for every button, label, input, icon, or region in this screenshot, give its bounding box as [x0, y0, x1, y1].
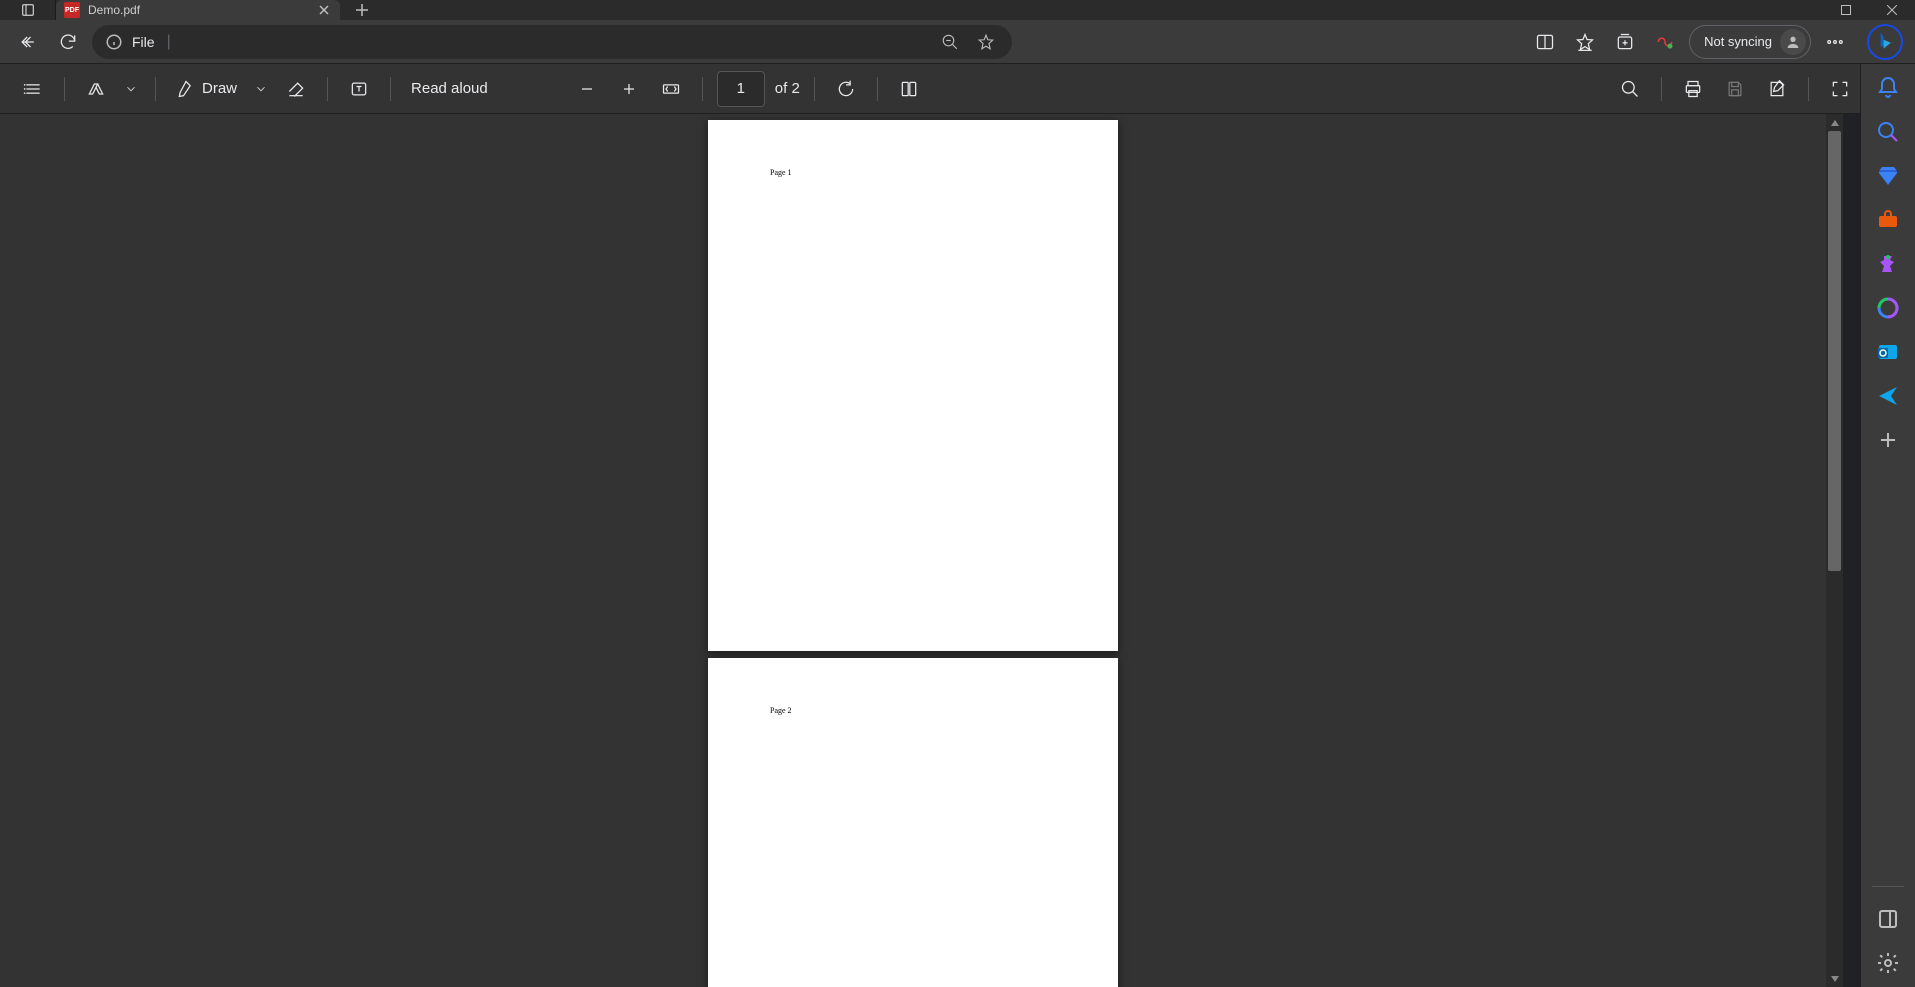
pdf-viewer: Page 1 Page 2	[0, 114, 1843, 987]
window-controls	[1823, 0, 1915, 20]
sidebar-settings-button[interactable]	[1876, 951, 1900, 975]
add-text-button[interactable]	[342, 72, 376, 106]
page-total: of 2	[775, 80, 800, 97]
fullscreen-button[interactable]	[1823, 72, 1857, 106]
bing-button[interactable]	[1867, 24, 1903, 60]
pdf-page-1[interactable]: Page 1	[708, 120, 1118, 651]
window-close-button[interactable]	[1869, 0, 1915, 20]
title-bar: PDF Demo.pdf	[0, 0, 1915, 20]
new-tab-button[interactable]	[348, 0, 376, 20]
scroll-thumb[interactable]	[1828, 131, 1841, 571]
sidebar-office-icon[interactable]	[1876, 296, 1900, 320]
print-button[interactable]	[1676, 72, 1710, 106]
page-2-text: Page 2	[770, 706, 792, 715]
window-maximize-button[interactable]	[1823, 0, 1869, 20]
browser-essentials-button[interactable]	[1649, 26, 1681, 58]
sync-label: Not syncing	[1704, 34, 1772, 49]
tab-title: Demo.pdf	[88, 3, 308, 17]
edge-sidebar	[1860, 64, 1915, 987]
split-screen-button[interactable]	[1529, 26, 1561, 58]
save-button[interactable]	[1718, 72, 1752, 106]
sidebar-games-icon[interactable]	[1876, 252, 1900, 276]
favorites-button[interactable]	[1569, 26, 1601, 58]
pdf-page-2[interactable]: Page 2	[708, 658, 1118, 987]
pdf-toolbar: Draw Read aloud of 2	[0, 64, 1915, 114]
fit-width-button[interactable]	[654, 72, 688, 106]
sidebar-tools-icon[interactable]	[1876, 208, 1900, 232]
address-separator: |	[167, 33, 171, 51]
highlight-button[interactable]	[79, 72, 113, 106]
sidebar-hide-button[interactable]	[1876, 907, 1900, 931]
read-aloud-button[interactable]: Read aloud	[405, 72, 494, 106]
page-view-button[interactable]	[892, 72, 926, 106]
sidebar-notifications-icon[interactable]	[1876, 76, 1900, 100]
read-aloud-label: Read aloud	[411, 80, 488, 97]
pdf-icon: PDF	[64, 2, 80, 18]
profile-sync-button[interactable]: Not syncing	[1689, 25, 1811, 59]
tab-close-button[interactable]	[316, 2, 332, 18]
address-bar[interactable]: File |	[92, 25, 1012, 59]
sidebar-search-icon[interactable]	[1876, 120, 1900, 144]
tab-demo-pdf[interactable]: PDF Demo.pdf	[56, 0, 340, 20]
vertical-scrollbar[interactable]	[1826, 114, 1843, 987]
zoom-out-addr-icon[interactable]	[936, 28, 964, 56]
address-scheme: File	[132, 34, 155, 50]
back-button[interactable]	[12, 26, 44, 58]
refresh-button[interactable]	[52, 26, 84, 58]
sidebar-shopping-icon[interactable]	[1876, 164, 1900, 188]
sidebar-outlook-icon[interactable]	[1876, 340, 1900, 364]
sidebar-add-button[interactable]	[1876, 428, 1900, 452]
draw-button[interactable]: Draw	[170, 72, 243, 106]
contents-button[interactable]	[16, 72, 50, 106]
zoom-out-button[interactable]	[570, 72, 604, 106]
draw-dropdown[interactable]	[251, 72, 271, 106]
save-as-button[interactable]	[1760, 72, 1794, 106]
page-number-input[interactable]	[717, 71, 765, 107]
erase-button[interactable]	[279, 72, 313, 106]
scroll-down-button[interactable]	[1826, 970, 1843, 987]
favorite-star-icon[interactable]	[972, 28, 1000, 56]
scroll-up-button[interactable]	[1826, 114, 1843, 131]
find-button[interactable]	[1613, 72, 1647, 106]
zoom-in-button[interactable]	[612, 72, 646, 106]
tab-actions-button[interactable]	[0, 0, 56, 20]
sidebar-send-icon[interactable]	[1876, 384, 1900, 408]
pdf-pages-container[interactable]: Page 1 Page 2	[0, 114, 1826, 987]
page-1-text: Page 1	[770, 168, 792, 177]
rotate-button[interactable]	[829, 72, 863, 106]
collections-button[interactable]	[1609, 26, 1641, 58]
avatar-icon	[1780, 29, 1806, 55]
highlight-dropdown[interactable]	[121, 72, 141, 106]
draw-label: Draw	[202, 80, 237, 97]
nav-bar: File | Not syncing	[0, 20, 1915, 64]
more-menu-button[interactable]	[1819, 26, 1851, 58]
site-info-icon[interactable]	[104, 32, 124, 52]
